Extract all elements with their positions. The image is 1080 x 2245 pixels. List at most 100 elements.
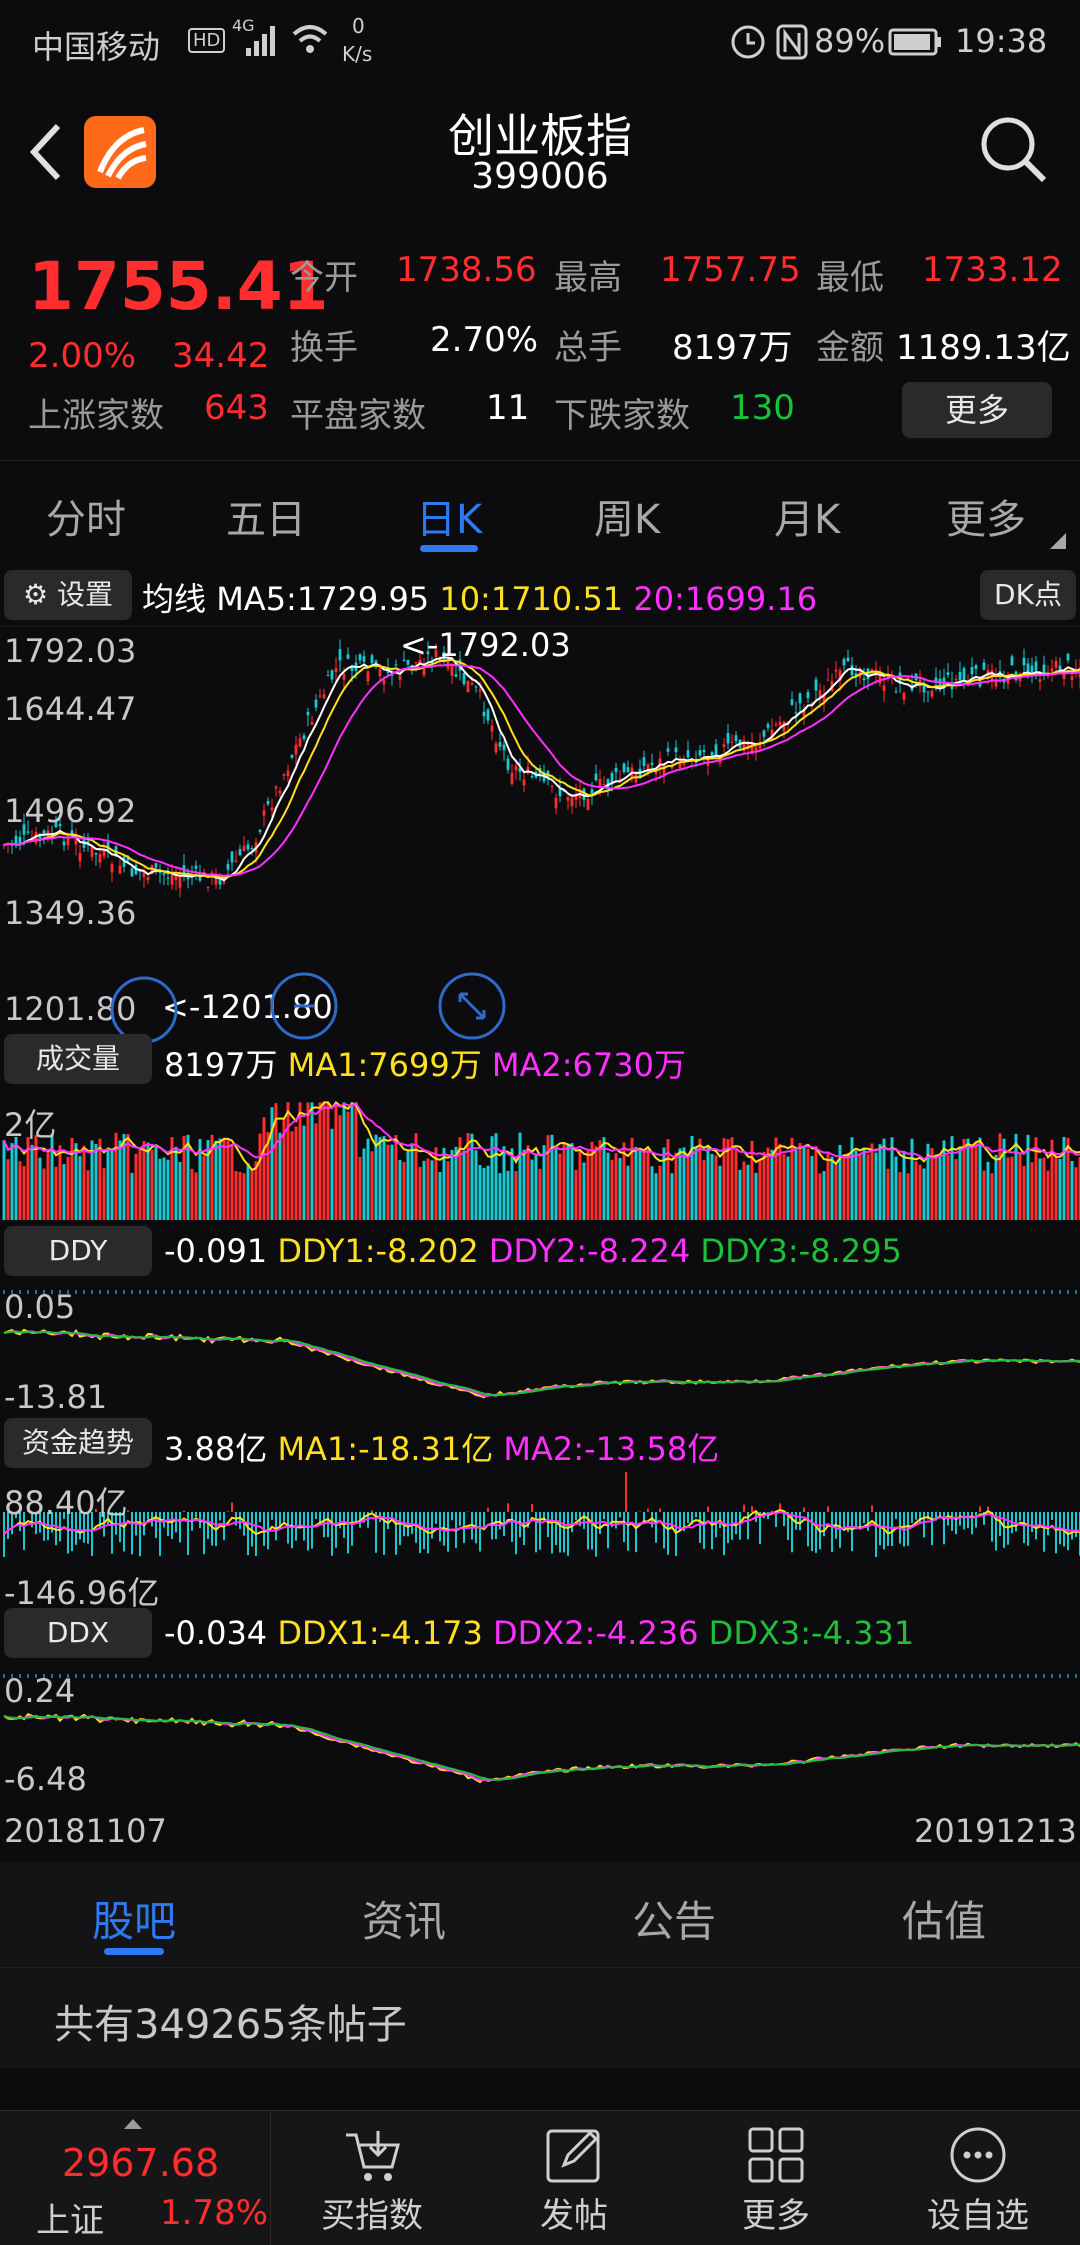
- ddy-chart[interactable]: [0, 1280, 1080, 1420]
- zoom-in-icon[interactable]: [268, 970, 340, 1042]
- buy-index-button[interactable]: 买指数: [272, 2111, 472, 2245]
- tab-weekly-k[interactable]: 周K: [594, 487, 660, 545]
- add-watchlist-button[interactable]: 设自选: [878, 2111, 1078, 2245]
- volume-bar: [599, 1140, 602, 1220]
- candle-body: [291, 755, 294, 758]
- tab-monthly-k[interactable]: 月K: [774, 487, 840, 545]
- candle-body: [247, 844, 250, 849]
- volume-bar: [803, 1147, 806, 1220]
- tab-intraday[interactable]: 分时: [46, 487, 126, 545]
- tab-five-day[interactable]: 五日: [226, 487, 306, 545]
- volume-bar: [135, 1154, 138, 1220]
- fund-trend-button[interactable]: 资金趋势: [4, 1418, 152, 1468]
- ddy-line-2: [4, 1331, 1080, 1396]
- volume-bar: [159, 1159, 162, 1220]
- volume-chart[interactable]: [0, 1090, 1080, 1220]
- volume-bar: [203, 1156, 206, 1220]
- volume-bar: [707, 1147, 710, 1220]
- volume-bar: [103, 1168, 106, 1220]
- volume-bar: [87, 1170, 90, 1220]
- volume-bar: [419, 1167, 422, 1220]
- volume-bar: [347, 1112, 350, 1220]
- volume-bar: [423, 1161, 426, 1220]
- tab-forum[interactable]: 股吧: [92, 1888, 176, 1949]
- candle-body: [699, 750, 702, 756]
- kline-axis-4: 1349.36: [4, 894, 136, 932]
- active-tab-indicator: [420, 545, 478, 552]
- candle-body: [851, 665, 854, 675]
- back-arrow-icon[interactable]: [26, 120, 66, 184]
- volume-bar: [819, 1173, 822, 1220]
- ddx-chart[interactable]: [0, 1664, 1080, 1804]
- more-tools-button[interactable]: 更多: [676, 2111, 876, 2245]
- candle-body: [715, 744, 718, 755]
- tab-announcements[interactable]: 公告: [632, 1888, 716, 1949]
- volume-bar: [999, 1133, 1002, 1220]
- ddx1-value: DDX1:-4.173: [277, 1614, 483, 1652]
- volume-bar: [1055, 1158, 1058, 1220]
- volume-bar: [479, 1165, 482, 1220]
- candle-body: [727, 733, 730, 743]
- candle-body: [731, 742, 734, 743]
- fullscreen-icon[interactable]: [436, 970, 508, 1042]
- open-value: 1738.56: [396, 250, 537, 290]
- candle-body: [359, 655, 362, 661]
- candle-body: [495, 743, 498, 752]
- volume-bar: [7, 1159, 10, 1220]
- volume-bar: [651, 1166, 654, 1220]
- fund-chart[interactable]: [0, 1472, 1080, 1602]
- volume-bar: [111, 1148, 114, 1220]
- tab-daily-k[interactable]: 日K: [416, 487, 482, 545]
- post-button[interactable]: 发帖: [474, 2111, 674, 2245]
- search-icon[interactable]: [978, 114, 1050, 186]
- volume-bar: [163, 1157, 166, 1220]
- volume-bar: [959, 1147, 962, 1220]
- volume-bar: [227, 1140, 230, 1220]
- down-count: 130: [730, 388, 795, 428]
- ma20-line: [4, 665, 1080, 876]
- fund-value: 3.88亿: [164, 1430, 267, 1468]
- candle-body: [331, 670, 334, 679]
- ddx-legend: -0.034 DDX1:-4.173 DDX2:-4.236 DDX3:-4.3…: [164, 1614, 1064, 1652]
- candle-body: [167, 878, 170, 879]
- candle-body: [623, 764, 626, 773]
- signal-icon: [246, 24, 278, 58]
- tab-more-periods[interactable]: 更多: [946, 487, 1026, 545]
- volume-ma2-line: [4, 1103, 1080, 1159]
- volume-bar: [539, 1169, 542, 1220]
- candle-body: [95, 853, 98, 854]
- volume-button[interactable]: 成交量: [4, 1034, 152, 1084]
- ddy-button[interactable]: DDY: [4, 1226, 152, 1276]
- candle-body: [799, 693, 802, 703]
- post-count-row[interactable]: 共有349265条帖子: [0, 1967, 1080, 2068]
- dk-button[interactable]: DK点: [980, 570, 1076, 620]
- candle-body: [1035, 662, 1038, 671]
- candle-body: [795, 712, 798, 713]
- dots-circle-icon: [948, 2125, 1008, 2185]
- volume-bar: [315, 1123, 318, 1220]
- volume-bar: [799, 1143, 802, 1220]
- candle-body: [895, 692, 898, 693]
- settings-button[interactable]: ⚙ 设置: [4, 570, 132, 620]
- volume-bar: [555, 1148, 558, 1220]
- volume-bar: [783, 1154, 786, 1220]
- volume-bar: [1011, 1157, 1014, 1220]
- more-quote-button[interactable]: 更多: [902, 382, 1052, 438]
- volume-bar: [3, 1140, 6, 1220]
- tab-news[interactable]: 资讯: [362, 1888, 446, 1949]
- candle-body: [187, 877, 190, 879]
- candle-body: [171, 874, 174, 885]
- ddx-button[interactable]: DDX: [4, 1608, 152, 1658]
- candle-body: [523, 780, 526, 786]
- volume-bar: [463, 1151, 466, 1220]
- candle-body: [283, 774, 286, 776]
- volume-bar: [815, 1146, 818, 1220]
- candle-body: [287, 771, 290, 777]
- volume-bar: [167, 1160, 170, 1220]
- kline-chart[interactable]: [0, 626, 1080, 1030]
- index-ticker[interactable]: 2967.68 上证 1.78%: [0, 2111, 271, 2245]
- candle-body: [975, 665, 978, 669]
- volume-bar: [507, 1171, 510, 1220]
- volume-bar: [383, 1136, 386, 1220]
- tab-valuation[interactable]: 估值: [902, 1888, 986, 1949]
